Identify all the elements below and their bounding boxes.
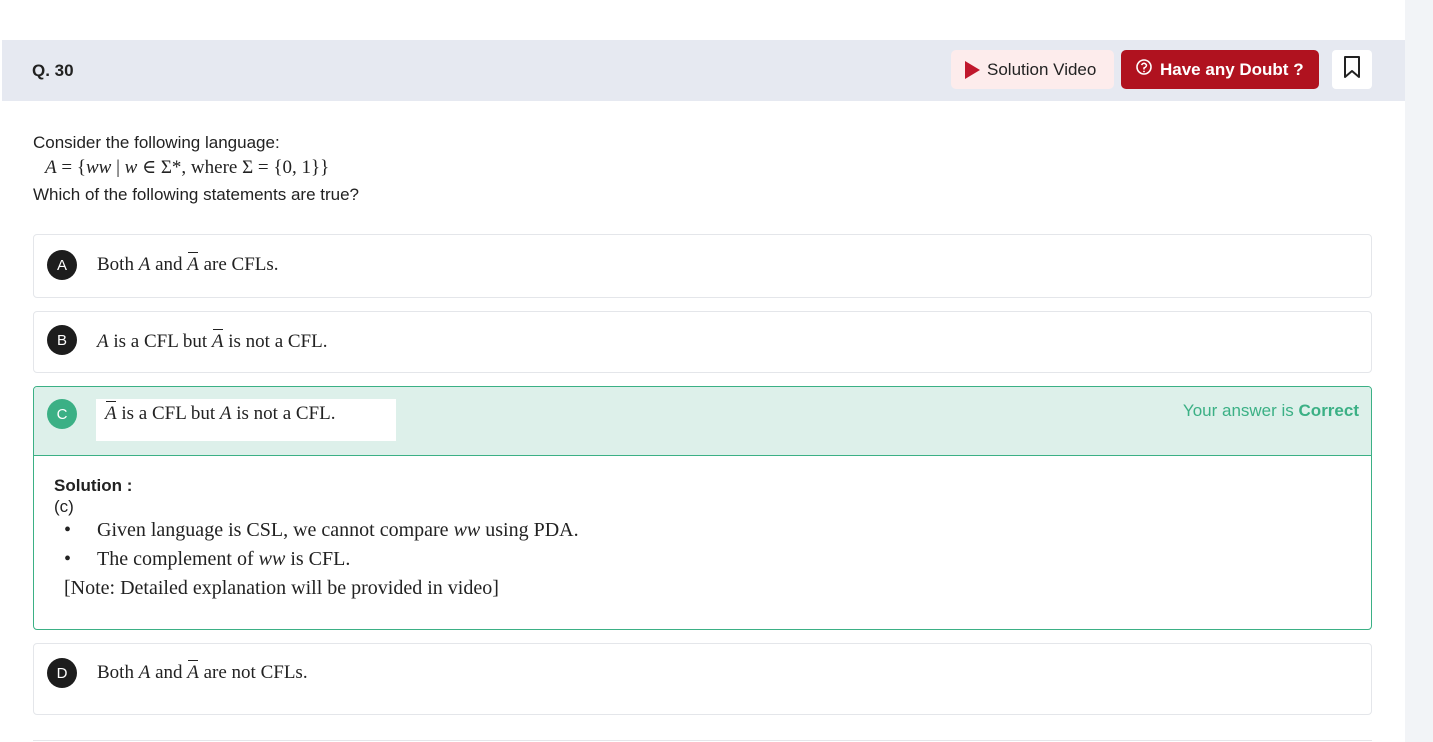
option-text: Both A and A are CFLs. xyxy=(97,252,279,275)
doubt-icon xyxy=(1134,57,1154,82)
option-text: A is a CFL but A is not a CFL. xyxy=(97,329,328,352)
have-doubt-button[interactable]: Have any Doubt ? xyxy=(1121,50,1319,89)
solution-video-label: Solution Video xyxy=(987,59,1097,79)
scrollbar-track[interactable] xyxy=(1405,0,1433,742)
answer-status: Your answer is Correct xyxy=(1182,401,1359,420)
play-icon xyxy=(965,60,980,79)
option-text: Both A and A are not CFLs. xyxy=(97,660,308,683)
language-definition: A = {ww | w ∈ Σ*, where Σ = {0, 1}} xyxy=(45,157,330,178)
option-badge: C xyxy=(47,399,77,429)
option-badge: D xyxy=(47,658,77,688)
solution-title: Solution : xyxy=(54,476,133,495)
correct-label: Correct xyxy=(1298,401,1359,420)
divider xyxy=(33,740,1372,741)
question-intro: Consider the following language: xyxy=(33,133,280,152)
main-content: Q. 30 Solution Video Have any Doubt ? Co… xyxy=(0,0,1405,742)
option-c[interactable]: C A is a CFL but A is not a CFL. Your an… xyxy=(33,386,1372,630)
solution-point: • The complement of ww is CFL. xyxy=(64,548,351,570)
option-c-header: C A is a CFL but A is not a CFL. Your an… xyxy=(34,387,1371,456)
option-a[interactable]: A Both A and A are CFLs. xyxy=(33,234,1372,298)
option-d[interactable]: D Both A and A are not CFLs. xyxy=(33,643,1372,715)
solution-video-button[interactable]: Solution Video xyxy=(951,50,1114,89)
option-badge: A xyxy=(47,250,77,280)
bookmark-icon xyxy=(1343,55,1361,84)
option-badge: B xyxy=(47,325,77,355)
solution-note: [Note: Detailed explanation will be prov… xyxy=(64,577,499,599)
question-prompt: Which of the following statements are tr… xyxy=(33,185,359,204)
have-doubt-label: Have any Doubt ? xyxy=(1160,59,1304,79)
option-text: A is a CFL but A is not a CFL. xyxy=(105,401,336,424)
question-number: Q. 30 xyxy=(32,61,74,80)
solution-answer: (c) xyxy=(54,497,74,516)
bookmark-button[interactable] xyxy=(1332,50,1372,89)
solution-point: • Given language is CSL, we cannot compar… xyxy=(64,519,579,541)
option-b[interactable]: B A is a CFL but A is not a CFL. xyxy=(33,311,1372,373)
